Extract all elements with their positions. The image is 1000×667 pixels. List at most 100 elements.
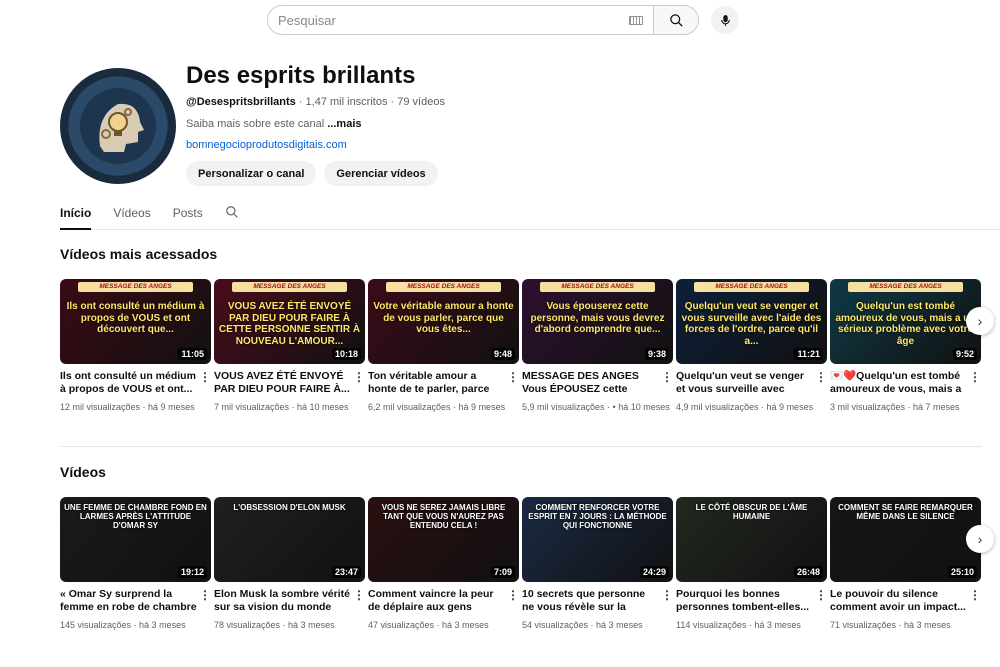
video-title[interactable]: VOUS AVEZ ÉTÉ ENVOYÉ PAR DIEU POUR FAIRE… (214, 370, 365, 397)
video-card[interactable]: MESSAGE DES ANGES Ils ont consulté un méd… (60, 279, 211, 413)
thumbnail-text: UNE FEMME DE CHAMBRE FOND EN LARMES APRÈ… (64, 503, 207, 531)
channel-search-button[interactable] (225, 200, 239, 229)
thumbnail-text: Votre véritable amour a honte de vous pa… (373, 301, 514, 335)
video-meta: 47 visualizações · há 3 meses (368, 620, 489, 630)
video-age: há 3 meses (139, 620, 186, 630)
video-title[interactable]: Pourquoi les bonnes personnes tombent-el… (676, 588, 827, 615)
thumbnail-banner: MESSAGE DES ANGES (232, 282, 347, 292)
more-options-icon[interactable]: ⋮ (815, 588, 827, 602)
video-views: 145 visualizações (60, 620, 132, 630)
video-card[interactable]: MESSAGE DES ANGES Votre véritable amour a… (368, 279, 519, 413)
video-card[interactable]: MESSAGE DES ANGES Quelqu'un est tombé amo… (830, 279, 981, 413)
video-title[interactable]: Ils ont consulté un médium à propos de V… (60, 370, 211, 397)
video-thumbnail[interactable]: COMMENT RENFORCER VOTRE ESPRIT EN 7 JOUR… (522, 497, 673, 582)
video-meta: 7 mil visualizações · há 10 meses (214, 402, 349, 412)
video-title[interactable]: Comment vaincre la peur de déplaire aux … (368, 588, 519, 615)
more-options-icon[interactable]: ⋮ (661, 370, 673, 384)
video-thumbnail[interactable]: UNE FEMME DE CHAMBRE FOND EN LARMES APRÈ… (60, 497, 211, 582)
video-age: há 3 meses (596, 620, 643, 630)
more-options-icon[interactable]: ⋮ (353, 370, 365, 384)
video-card[interactable]: MESSAGE DES ANGES VOUS AVEZ ÉTÉ ENVOYÉ PA… (214, 279, 365, 413)
search-input[interactable]: Pesquisar (267, 5, 653, 35)
video-meta: 12 mil visualizações · há 9 meses (60, 402, 195, 412)
manage-videos-button[interactable]: Gerenciar vídeos (324, 161, 438, 186)
video-age: há 10 meses (297, 402, 349, 412)
video-thumbnail[interactable]: COMMENT SE FAIRE REMARQUER MÊME DANS LE … (830, 497, 981, 582)
video-thumbnail[interactable]: L'OBSESSION D'ELON MUSK 23:47 (214, 497, 365, 582)
thumbnail-text: LE CÔTÉ OBSCUR DE L'ÂME HUMAINE (695, 503, 808, 522)
more-options-icon[interactable]: ⋮ (815, 370, 827, 384)
more-options-icon[interactable]: ⋮ (507, 370, 519, 384)
more-options-icon[interactable]: ⋮ (507, 588, 519, 602)
more-options-icon[interactable]: ⋮ (969, 370, 981, 384)
video-duration: 7:09 (490, 566, 515, 578)
section-title-popular: Vídeos mais acessados (60, 246, 218, 262)
thumbnail-text: VOUS AVEZ ÉTÉ ENVOYÉ PAR DIEU POUR FAIRE… (218, 301, 361, 347)
video-age: há 3 meses (904, 620, 951, 630)
popular-video-row: MESSAGE DES ANGES Ils ont consulté un méd… (60, 279, 981, 413)
video-duration: 25:10 (947, 566, 977, 578)
video-card[interactable]: MESSAGE DES ANGES Quelqu'un veut se venge… (676, 279, 827, 413)
video-title[interactable]: Quelqu'un veut se venger et vous surveil… (676, 370, 827, 397)
video-card[interactable]: MESSAGE DES ANGES Vous épouserez cette pe… (522, 279, 673, 413)
video-views: 78 visualizações (214, 620, 281, 630)
video-card[interactable]: L'OBSESSION D'ELON MUSK 23:47 ⋮ Elon Musk l… (214, 497, 365, 631)
video-thumbnail[interactable]: MESSAGE DES ANGES Ils ont consulté un méd… (60, 279, 211, 364)
video-title[interactable]: Elon Musk la sombre vérité sur sa vision… (214, 588, 365, 615)
video-card[interactable]: COMMENT RENFORCER VOTRE ESPRIT EN 7 JOUR… (522, 497, 673, 631)
video-duration: 26:48 (793, 566, 823, 578)
video-title[interactable]: 10 secrets que personne ne vous révèle s… (522, 588, 673, 615)
video-duration: 11:05 (178, 348, 207, 360)
video-thumbnail[interactable]: VOUS NE SEREZ JAMAIS LIBRE TANT QUE VOUS… (368, 497, 519, 582)
video-thumbnail[interactable]: MESSAGE DES ANGES Quelqu'un est tombé amo… (830, 279, 981, 364)
video-meta: 4,9 mil visualizações · há 9 meses (676, 402, 814, 412)
chevron-right-icon: › (977, 313, 983, 329)
video-card[interactable]: LE CÔTÉ OBSCUR DE L'ÂME HUMAINE 26:48 ⋮ Pou… (676, 497, 827, 631)
video-title[interactable]: Ton véritable amour a honte de te parler… (368, 370, 519, 397)
more-options-icon[interactable]: ⋮ (353, 588, 365, 602)
video-duration: 9:38 (644, 348, 669, 360)
tab-home[interactable]: Início (60, 200, 92, 230)
video-views: 5,9 mil visualizações (522, 402, 605, 412)
video-thumbnail[interactable]: MESSAGE DES ANGES Vous épouserez cette pe… (522, 279, 673, 364)
customize-channel-button[interactable]: Personalizar o canal (186, 161, 317, 186)
video-thumbnail[interactable]: MESSAGE DES ANGES Quelqu'un veut se venge… (676, 279, 827, 364)
microphone-icon (720, 14, 730, 26)
more-options-icon[interactable]: ⋮ (969, 588, 981, 602)
video-thumbnail[interactable]: MESSAGE DES ANGES Votre véritable amour a… (368, 279, 519, 364)
video-title[interactable]: 💌❤️Quelqu'un est tombé amoureux de vous,… (830, 370, 981, 397)
video-duration: 19:12 (177, 566, 207, 578)
channel-desc-more[interactable]: ...mais (327, 118, 361, 130)
video-thumbnail[interactable]: MESSAGE DES ANGES VOUS AVEZ ÉTÉ ENVOYÉ PA… (214, 279, 365, 364)
video-count: 79 vídeos (397, 96, 445, 108)
channel-description[interactable]: Saiba mais sobre este canal ...mais (186, 118, 362, 130)
video-card[interactable]: VOUS NE SEREZ JAMAIS LIBRE TANT QUE VOUS… (368, 497, 519, 631)
videos-next-button[interactable]: › (966, 525, 994, 553)
video-thumbnail[interactable]: LE CÔTÉ OBSCUR DE L'ÂME HUMAINE 26:48 (676, 497, 827, 582)
video-views: 3 mil visualizações (830, 402, 906, 412)
video-views: 6,2 mil visualizações (368, 402, 451, 412)
more-options-icon[interactable]: ⋮ (199, 370, 211, 384)
thumbnail-text: L'OBSESSION D'ELON MUSK (233, 503, 346, 512)
keyboard-icon[interactable] (629, 15, 643, 25)
more-options-icon[interactable]: ⋮ (661, 588, 673, 602)
videos-row: UNE FEMME DE CHAMBRE FOND EN LARMES APRÈ… (60, 497, 981, 631)
search-button[interactable] (653, 5, 699, 35)
tab-videos[interactable]: Vídeos (113, 200, 150, 230)
video-card[interactable]: UNE FEMME DE CHAMBRE FOND EN LARMES APRÈ… (60, 497, 211, 631)
video-views: 47 visualizações (368, 620, 435, 630)
video-title[interactable]: MESSAGE DES ANGES Vous ÉPOUSEZ cette per… (522, 370, 673, 397)
section-title-videos: Vídeos (60, 464, 106, 480)
video-title[interactable]: « Omar Sy surprend la femme en robe de c… (60, 588, 211, 615)
channel-link[interactable]: bomnegocioprodutosdigitais.com (186, 139, 347, 151)
channel-avatar[interactable] (60, 68, 176, 184)
video-duration: 10:18 (331, 348, 361, 360)
thumbnail-banner: MESSAGE DES ANGES (386, 282, 501, 292)
search-placeholder: Pesquisar (278, 12, 336, 28)
popular-next-button[interactable]: › (966, 307, 994, 335)
voice-search-button[interactable] (711, 6, 739, 34)
video-title[interactable]: Le pouvoir du silence comment avoir un i… (830, 588, 981, 615)
video-card[interactable]: COMMENT SE FAIRE REMARQUER MÊME DANS LE … (830, 497, 981, 631)
tab-posts[interactable]: Posts (173, 200, 203, 230)
more-options-icon[interactable]: ⋮ (199, 588, 211, 602)
